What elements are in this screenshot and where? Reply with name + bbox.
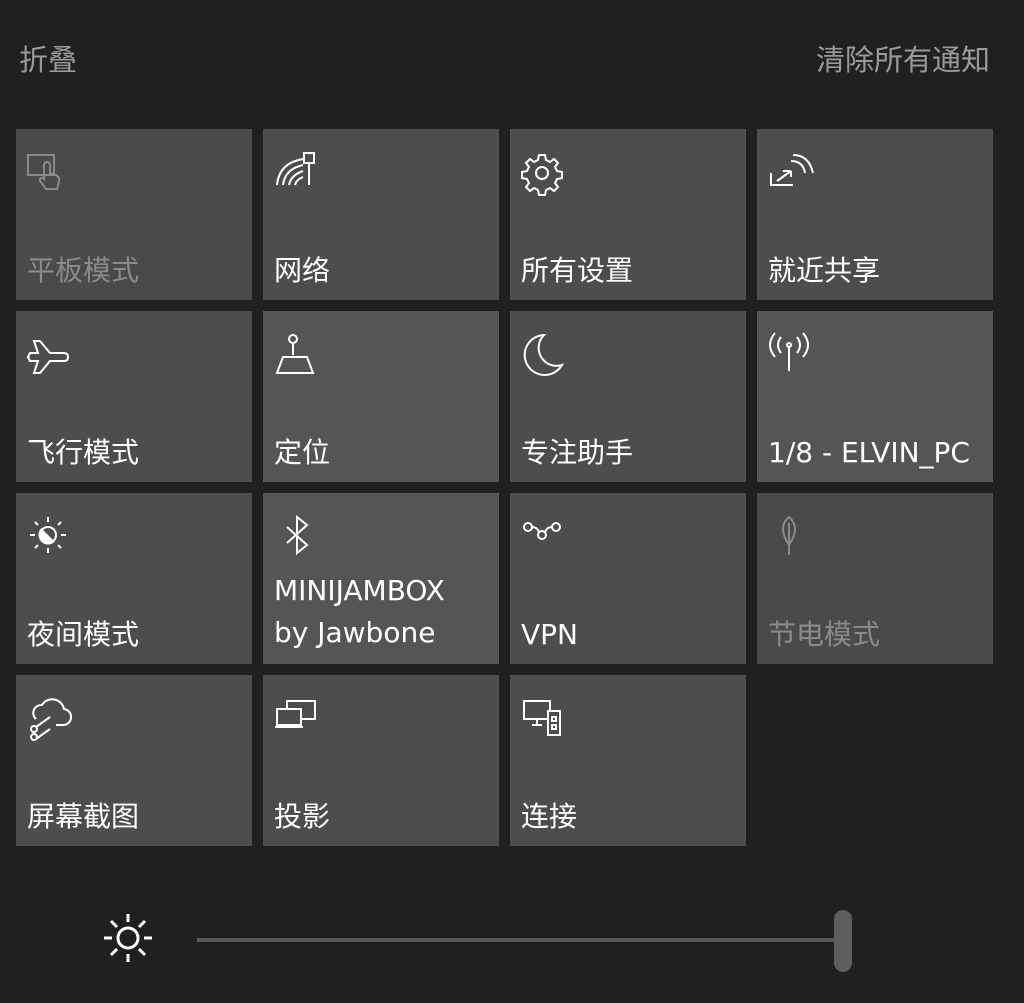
- tile-focus-assist[interactable]: 专注助手: [510, 311, 746, 482]
- screen-snip-icon: [26, 695, 74, 743]
- tile-label: 屏幕截图: [27, 800, 140, 833]
- tile-all-settings[interactable]: 所有设置: [510, 129, 746, 300]
- brightness-control: [0, 890, 1024, 990]
- project-icon: [273, 695, 321, 743]
- brightness-sun-icon: [100, 910, 156, 966]
- connect-icon: [520, 695, 568, 743]
- clear-all-notifications-link[interactable]: 清除所有通知: [816, 40, 990, 80]
- network-icon: [273, 149, 321, 197]
- tile-mobile-hotspot[interactable]: 1/8 - ELVIN_PC: [757, 311, 993, 482]
- tile-connect[interactable]: 连接: [510, 675, 746, 846]
- tile-label: 节电模式: [768, 618, 881, 651]
- brightness-slider-track[interactable]: [197, 938, 852, 942]
- tile-vpn[interactable]: VPN: [510, 493, 746, 664]
- tile-label: 飞行模式: [27, 436, 140, 469]
- empty-slot: [757, 675, 993, 846]
- tile-label: 1/8 - ELVIN_PC: [768, 436, 970, 469]
- tablet-mode-icon: [26, 149, 74, 197]
- tile-label: VPN: [521, 618, 578, 651]
- tile-label: 定位: [274, 436, 331, 469]
- tile-label: 专注助手: [521, 436, 634, 469]
- tile-label: 投影: [274, 800, 331, 833]
- tile-label: MINIJAMBOX by Jawbone: [274, 574, 445, 649]
- tile-label: 平板模式: [27, 254, 140, 287]
- tile-label: 夜间模式: [27, 618, 140, 651]
- quick-actions-grid: 平板模式 网络 所有设置 就近共享 飞行模式 定位 专注助手 1/8 - ELV…: [16, 129, 993, 846]
- nearby-share-icon: [767, 149, 815, 197]
- tile-label: 所有设置: [521, 254, 634, 287]
- airplane-icon: [26, 331, 74, 379]
- action-center-header: 折叠 清除所有通知: [0, 0, 1024, 110]
- tile-bluetooth-device[interactable]: MINIJAMBOX by Jawbone: [263, 493, 499, 664]
- battery-saver-icon: [767, 513, 815, 561]
- vpn-icon: [520, 513, 568, 561]
- tile-screen-snip[interactable]: 屏幕截图: [16, 675, 252, 846]
- tile-location[interactable]: 定位: [263, 311, 499, 482]
- tile-label: 就近共享: [768, 254, 881, 287]
- tile-network[interactable]: 网络: [263, 129, 499, 300]
- collapse-link[interactable]: 折叠: [19, 40, 77, 80]
- tile-nearby-share[interactable]: 就近共享: [757, 129, 993, 300]
- tile-battery-saver[interactable]: 节电模式: [757, 493, 993, 664]
- tile-label: 网络: [274, 254, 331, 287]
- tile-airplane-mode[interactable]: 飞行模式: [16, 311, 252, 482]
- gear-icon: [520, 149, 568, 197]
- brightness-slider-thumb[interactable]: [834, 910, 852, 972]
- night-light-icon: [26, 513, 74, 561]
- bluetooth-icon: [273, 513, 321, 561]
- tile-tablet-mode[interactable]: 平板模式: [16, 129, 252, 300]
- moon-icon: [520, 331, 568, 379]
- tile-project[interactable]: 投影: [263, 675, 499, 846]
- tile-label: 连接: [521, 800, 578, 833]
- tile-night-light[interactable]: 夜间模式: [16, 493, 252, 664]
- hotspot-icon: [767, 331, 815, 379]
- location-icon: [273, 331, 321, 379]
